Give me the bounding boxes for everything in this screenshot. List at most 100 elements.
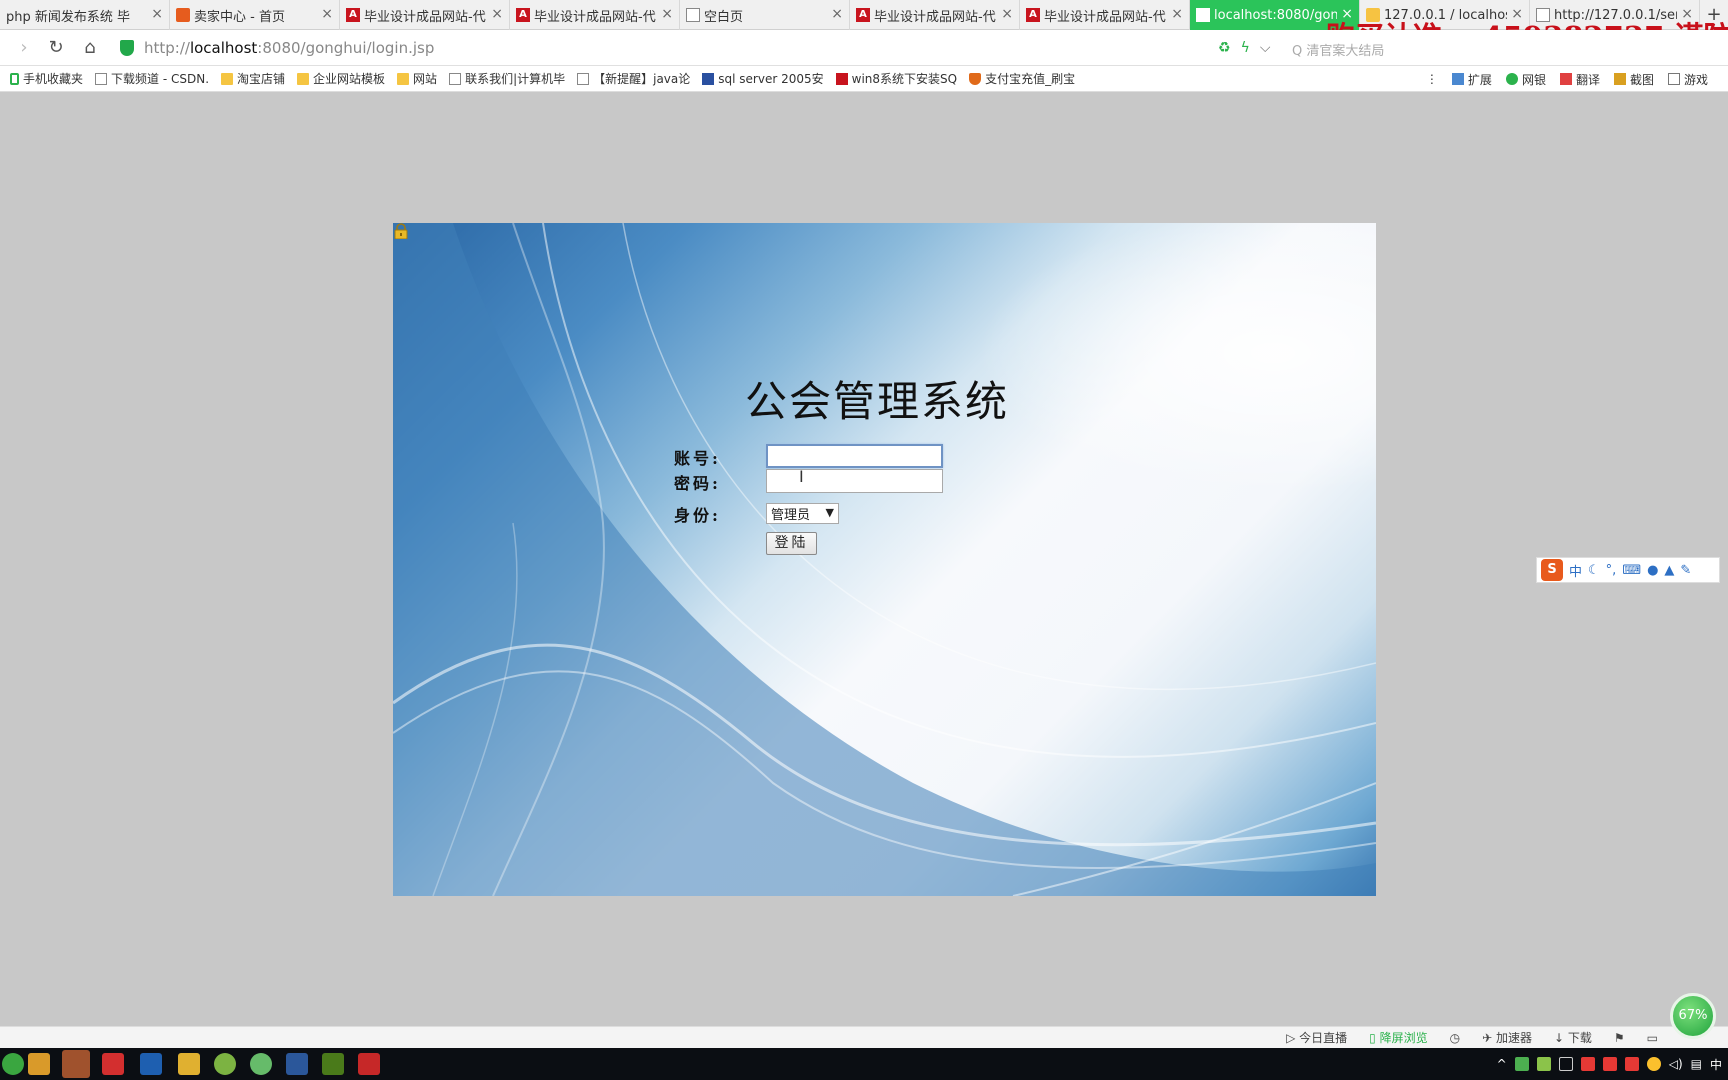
bookmark-item[interactable]: 下载频道 - CSDN. (95, 70, 209, 87)
download-button[interactable]: ↓ 下载 (1554, 1029, 1592, 1046)
url-path: :8080/gonghui/login.jsp (257, 39, 435, 57)
games-button[interactable]: 游戏 (1667, 71, 1708, 88)
accelerator-button[interactable]: ✈ 加速器 (1482, 1029, 1532, 1046)
bookmark-item[interactable]: 支付宝充值_刷宝 (969, 70, 1075, 87)
role-select[interactable]: 管理员 ▼ (766, 503, 839, 524)
monitor-icon[interactable] (1558, 1057, 1573, 1071)
close-icon[interactable]: × (1171, 7, 1183, 21)
ime-mode[interactable]: 中 (1569, 561, 1582, 580)
reload-icon[interactable]: ↻ (44, 36, 68, 60)
ime-indicator[interactable]: 中 (1710, 1056, 1722, 1073)
translate-button[interactable]: 翻译 (1559, 71, 1600, 88)
user-icon[interactable]: ● (1647, 563, 1658, 578)
keyboard-icon[interactable]: ⌨ (1622, 563, 1641, 578)
bookmark-item[interactable]: win8系统下安装SQ (835, 70, 957, 87)
background-swoosh (393, 223, 1376, 896)
volume-icon[interactable]: ◁) (1669, 1057, 1683, 1071)
shield-icon (969, 72, 982, 85)
tab-graduation-2[interactable]: A 毕业设计成品网站-代 × (510, 0, 680, 30)
phone-icon (10, 72, 19, 85)
app-icon[interactable] (250, 1053, 272, 1075)
password-input[interactable] (766, 469, 943, 493)
url-field[interactable]: http://localhost:8080/gonghui/login.jsp (120, 34, 1260, 62)
app-icon[interactable] (28, 1053, 50, 1075)
account-input[interactable] (766, 444, 943, 468)
zoom-badge[interactable]: 67% (1670, 993, 1716, 1039)
tab-label: php 新闻发布系统 毕 (6, 9, 131, 25)
screenshot-button[interactable]: 截图 (1613, 71, 1654, 88)
ime-toolbar: S 中 ☾ °, ⌨ ● ▲ ✎ (1536, 557, 1720, 583)
word-icon[interactable] (286, 1053, 308, 1075)
tray-icon[interactable] (1514, 1057, 1529, 1071)
forward-icon[interactable]: › (12, 36, 36, 60)
screenshot-icon (1613, 73, 1626, 85)
app-icon[interactable] (358, 1053, 380, 1075)
chevron-up-icon[interactable]: ^ (1497, 1057, 1507, 1071)
app-icon[interactable] (62, 1050, 90, 1078)
sogou-logo-icon[interactable]: S (1541, 559, 1563, 581)
split-screen-button[interactable]: ▯ 降屏浏览 (1369, 1029, 1427, 1046)
bookmark-label: 支付宝充值_刷宝 (985, 72, 1076, 86)
tool-label: 翻译 (1575, 72, 1600, 87)
app-icon[interactable] (140, 1053, 162, 1075)
bookmark-item[interactable]: 网站 (397, 70, 437, 87)
live-button[interactable]: ▷ 今日直播 (1286, 1029, 1347, 1046)
tab-blank-page[interactable]: 空白页 × (680, 0, 850, 30)
punctuation-icon[interactable]: °, (1606, 563, 1617, 578)
close-icon[interactable]: × (661, 7, 673, 21)
shield-icon[interactable] (1536, 1057, 1551, 1071)
bookmark-tools: ⋮ 扩展 网银 翻译 截图 游戏 (1426, 66, 1722, 92)
skin-icon[interactable]: ▲ (1664, 563, 1674, 578)
close-icon[interactable]: × (151, 7, 163, 21)
tab-php-news[interactable]: php 新闻发布系统 毕 × (0, 0, 170, 30)
bookmark-item[interactable]: 【新提醒】java论 (577, 70, 690, 87)
url-host: localhost (189, 39, 258, 57)
tab-graduation-3[interactable]: A 毕业设计成品网站-代 × (850, 0, 1020, 30)
home-icon[interactable]: ⌂ (78, 36, 102, 60)
close-icon[interactable]: × (491, 7, 503, 21)
netbank-button[interactable]: 网银 (1505, 71, 1546, 88)
close-icon[interactable]: × (1001, 7, 1013, 21)
bookmark-item[interactable]: 手机收藏夹 (10, 70, 83, 87)
search-input[interactable]: Q 清官案大结局 (1292, 38, 1692, 60)
wrench-icon[interactable]: ✎ (1680, 563, 1691, 578)
tab-label: 毕业设计成品网站-代 (1044, 9, 1166, 25)
app-icon[interactable] (214, 1053, 236, 1075)
bookmark-item[interactable]: 淘宝店铺 (221, 70, 285, 87)
tab-graduation-1[interactable]: A 毕业设计成品网站-代 × (340, 0, 510, 30)
moon-icon[interactable]: ☾ (1588, 563, 1600, 578)
tray-icon[interactable] (1646, 1057, 1661, 1071)
page-title: 公会管理系统 (745, 377, 1010, 426)
recycle-icon[interactable]: ♻ (1218, 40, 1231, 56)
bookmark-item[interactable]: 联系我们|计算机毕 (449, 70, 565, 87)
app-icon[interactable] (102, 1053, 124, 1075)
bookmark-item[interactable]: 企业网站模板 (297, 70, 385, 87)
tray-icon[interactable] (1580, 1057, 1595, 1071)
lightning-icon[interactable]: ϟ (1241, 40, 1250, 56)
download-icon: ↓ (1553, 1031, 1565, 1045)
history-icon[interactable]: ◷ (1450, 1031, 1460, 1045)
tab-seller-center[interactable]: 卖家中心 - 首页 × (170, 0, 340, 30)
paw-icon (702, 72, 715, 85)
login-button[interactable]: 登陆 (766, 532, 817, 555)
translate-icon (1559, 73, 1572, 85)
window-icon[interactable]: ▭ (1647, 1031, 1658, 1045)
tab-graduation-4[interactable]: A 毕业设计成品网站-代 × (1020, 0, 1190, 30)
close-icon[interactable]: × (831, 7, 843, 21)
dreamweaver-icon[interactable] (322, 1053, 344, 1075)
tray-icon[interactable] (1624, 1057, 1639, 1071)
close-icon[interactable]: × (321, 7, 333, 21)
folder-icon[interactable] (178, 1053, 200, 1075)
flag-icon[interactable]: ⚑ (1614, 1031, 1625, 1045)
more-icon[interactable]: ⋮ (1426, 72, 1438, 86)
bookmark-item[interactable]: sql server 2005安 (702, 70, 824, 87)
extensions-button[interactable]: 扩展 (1451, 71, 1492, 88)
tray-icon[interactable] (1602, 1057, 1617, 1071)
notification-icon[interactable]: ▤ (1691, 1057, 1702, 1071)
bookmark-label: 网站 (413, 72, 438, 86)
chevron-down-icon[interactable]: ⌵ (1260, 40, 1271, 56)
tool-label: 扩展 (1467, 72, 1492, 87)
tab-label: 空白页 (704, 9, 744, 25)
start-icon[interactable] (2, 1053, 24, 1075)
bookmark-label: 手机收藏夹 (23, 72, 84, 86)
